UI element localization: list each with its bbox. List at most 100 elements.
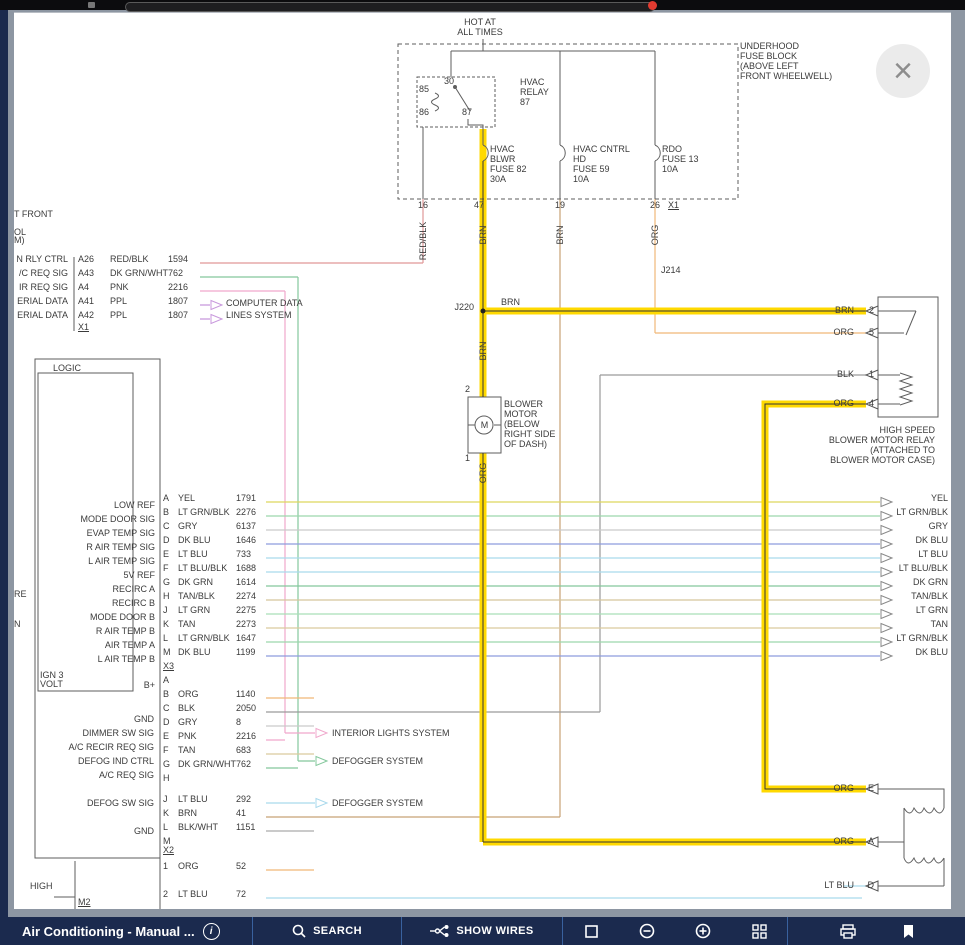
pin: M [163,647,178,657]
logic-pin: DEFOG IND CTRL [44,756,154,766]
diagram-canvas[interactable]: HOT AT ALL TIMES UNDERHOOD FUSE BLOCK (A… [14,12,951,909]
pin: 2 [860,305,874,315]
pin: F [163,563,178,573]
fuse-pin: 16 [410,200,436,210]
fuse-label: FUSE 82 [490,164,527,174]
app-left-edge [0,10,8,917]
pin: D [163,535,178,545]
logic-pin: MODE DOOR SIG [45,514,155,524]
cut-label: M) [14,235,25,245]
wire-color: ORG [178,861,236,871]
extension-icon[interactable] [88,2,95,8]
wire-color-right: DK GRN [848,577,948,587]
zoom-in-button[interactable] [675,917,731,945]
wire-row: BORG1140 [163,689,255,699]
fuse-label: HD [573,154,586,164]
wire-color: DK BLU [178,647,236,657]
logic-pin: R AIR TEMP SIG [45,542,155,552]
module-pin-function: /C REQ SIG [14,268,68,278]
relay-pin-label: 87 [520,97,530,107]
wire-row: LLT GRN/BLK1647 [163,633,256,643]
zoom-in-icon [695,923,711,939]
marquee-icon [585,925,598,938]
zoom-out-button[interactable] [619,917,675,945]
component-note: MOTOR [504,409,537,419]
pin: G [163,577,178,587]
wire-color: LT BLU [178,794,236,804]
wire-color: ORG [178,689,236,699]
component-note: RIGHT SIDE [504,429,555,439]
info-icon[interactable]: i [203,923,220,940]
pin: L [163,633,178,643]
wire-color: LT BLU [759,880,854,890]
wire-tag: BRN [478,331,488,371]
wire-row: DGRY8 [163,717,241,727]
wire-row: MDK BLU1199 [163,647,255,657]
fuse-pin: 19 [547,200,573,210]
component-note: BLOWER MOTOR CASE) [735,455,935,465]
circuit: 1140 [236,689,255,699]
search-button[interactable]: SEARCH [253,917,401,945]
wire-color: PPL [110,310,168,320]
wire-color: LT BLU [178,549,236,559]
circuit: 1614 [236,577,256,587]
wire-tag: BRN [501,297,520,307]
bookmark-button[interactable] [878,917,938,945]
pin: A4 [78,282,110,292]
logic-pin: EVAP TEMP SIG [45,528,155,538]
wire-tag: BRN [555,215,565,255]
component-note: BLOWER [504,399,543,409]
wire-color-right: LT GRN/BLK [848,507,948,517]
wire-row: BLT GRN/BLK2276 [163,507,256,517]
fuse-label: 30A [490,174,506,184]
fit-screen-icon [752,924,767,939]
wire-row: A42PPL1807 [78,310,188,320]
fuse-label: FUSE 13 [662,154,699,164]
logic-pin: DEFOG SW SIG [44,798,154,808]
pin: L [163,822,178,832]
address-bar[interactable] [125,2,655,12]
wire-color: BRN [178,808,236,818]
logic-pin: AIR TEMP A [45,640,155,650]
print-button[interactable] [818,917,878,945]
show-wires-button[interactable]: SHOW WIRES [402,917,562,945]
wire-color: GRY [178,521,236,531]
pin: F [163,745,178,755]
close-diagram-button[interactable]: × [876,44,930,98]
wire-row: LBLK/WHT1151 [163,822,255,832]
fit-screen-button[interactable] [731,917,787,945]
logic-pin: L AIR TEMP B [45,654,155,664]
pin: D [163,717,178,727]
logic-pin: L AIR TEMP SIG [45,556,155,566]
cut-label: N [14,619,21,629]
system-ref: DEFOGGER SYSTEM [332,798,423,808]
pin: A42 [78,310,110,320]
wire-row: ELT BLU733 [163,549,251,559]
logic-title: LOGIC [53,363,81,373]
wire-color: ORG [759,836,854,846]
wire-row: A [163,675,236,685]
marquee-zoom-button[interactable] [563,917,619,945]
logic-pin: GND [44,714,154,724]
relay-pin-label: 85 [419,84,429,94]
circuit: 2050 [236,703,256,713]
module-pin-function: N RLY CTRL [14,254,68,264]
wire-color: TAN [178,745,236,755]
wire-color [178,773,236,783]
pin: H [163,591,178,601]
logic-pin: VOLT [40,679,63,689]
fuse-label: RDO [662,144,682,154]
circuit: 8 [236,717,241,727]
wire-row: DDK BLU1646 [163,535,256,545]
wire-row: CBLK2050 [163,703,256,713]
power-label: ALL TIMES [430,27,530,37]
wire-color-right: DK BLU [848,647,948,657]
cut-label: T FRONT [14,209,53,219]
wire-color: LT BLU [178,889,236,899]
wire-color: DK GRN [178,577,236,587]
logic-pin: MODE DOOR B [45,612,155,622]
fuse-label: 10A [662,164,678,174]
wire-color: PNK [178,731,236,741]
component-note: BLOWER MOTOR RELAY [735,435,935,445]
wire-color: PPL [110,296,168,306]
